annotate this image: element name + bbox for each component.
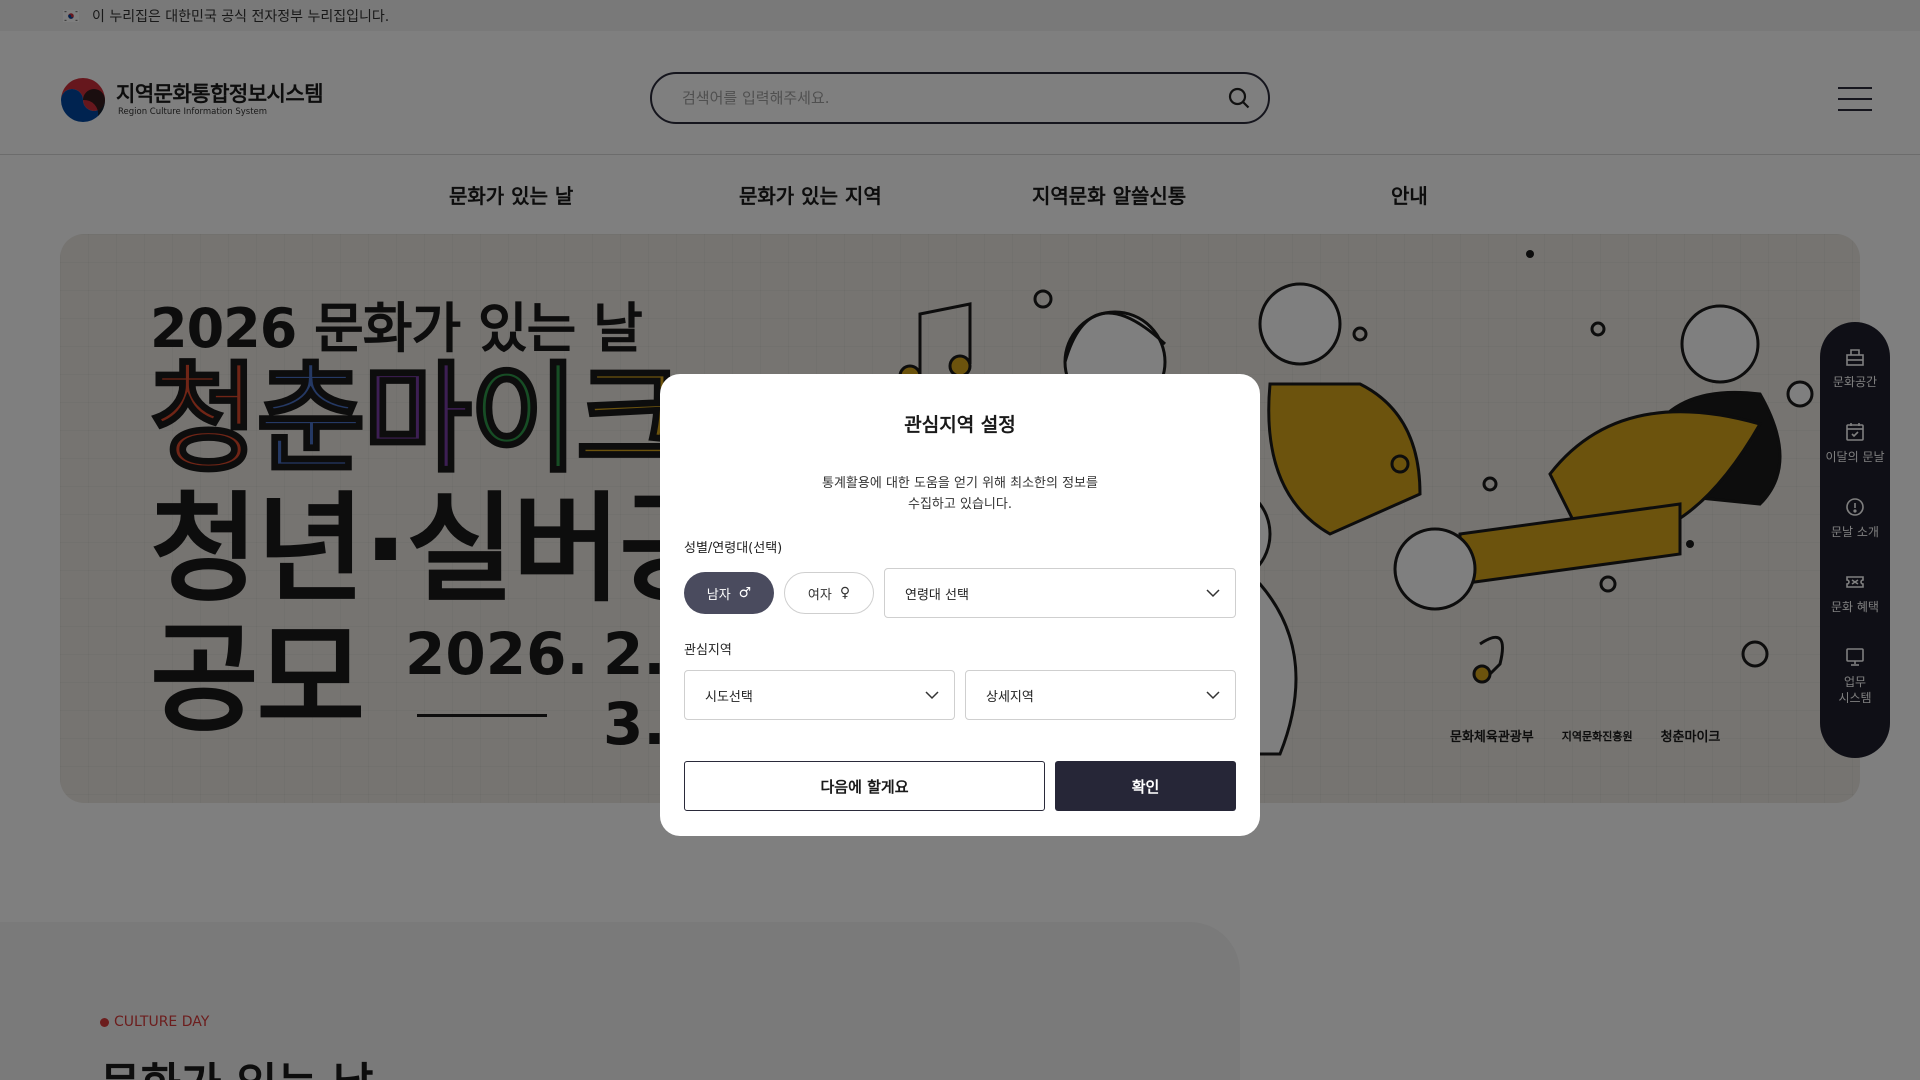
age-select[interactable]: 연령대 선택 [884,568,1236,618]
male-label: 남자 [706,587,731,603]
chevron-down-icon [1206,589,1220,598]
region-label: 관심지역 [684,643,732,658]
female-button[interactable]: 여자 ♀ [784,572,874,614]
confirm-button[interactable]: 확인 [1055,761,1236,811]
later-button[interactable]: 다음에 할게요 [684,761,1045,811]
female-label: 여자 [807,587,832,603]
interest-region-modal: 관심지역 설정 통계활용에 대한 도움을 얻기 위해 최소한의 정보를 수집하고… [660,374,1260,836]
age-select-value: 연령대 선택 [905,587,969,603]
detail-region-select[interactable]: 상세지역 [965,670,1236,720]
detail-region-select-value: 상세지역 [986,689,1034,705]
chevron-down-icon [925,691,939,700]
modal-description: 통계활용에 대한 도움을 얻기 위해 최소한의 정보를 수집하고 있습니다. [822,476,1098,512]
male-icon: ♂ [738,585,752,601]
modal-title: 관심지역 설정 [904,414,1016,436]
province-select-value: 시도선택 [705,689,753,705]
male-button[interactable]: 남자 ♂ [684,572,774,614]
chevron-down-icon [1206,691,1220,700]
female-icon: ♀ [839,585,851,601]
gender-age-label: 성별/연령대(선택) [684,541,783,556]
province-select[interactable]: 시도선택 [684,670,955,720]
